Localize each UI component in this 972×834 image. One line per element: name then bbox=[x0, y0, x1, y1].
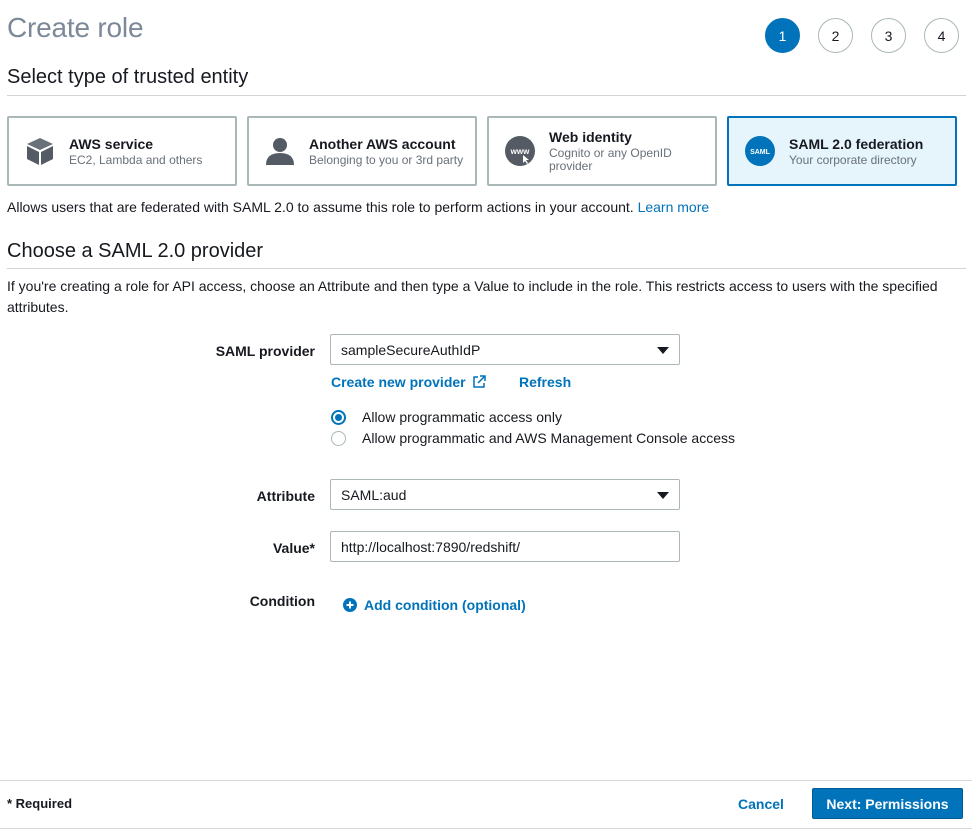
person-icon bbox=[263, 134, 297, 168]
card-title: AWS service bbox=[69, 135, 154, 152]
www-icon: www bbox=[503, 134, 537, 168]
card-saml-federation[interactable]: SAML SAML 2.0 federation Your corporate … bbox=[727, 116, 957, 186]
card-subtitle: Cognito or any OpenID provider bbox=[549, 146, 672, 173]
attribute-label: Attribute bbox=[256, 488, 315, 504]
step-4: 4 bbox=[924, 18, 959, 53]
footer-divider bbox=[0, 780, 972, 781]
external-link-icon bbox=[472, 375, 486, 388]
card-subtitle: EC2, Lambda and others bbox=[69, 152, 203, 167]
required-note: * Required bbox=[7, 796, 73, 811]
card-aws-service[interactable]: AWS service EC2, Lambda and others bbox=[7, 116, 237, 186]
learn-more-link[interactable]: Learn more bbox=[638, 199, 710, 215]
card-subtitle: Your corporate directory bbox=[789, 152, 917, 167]
create-provider-link[interactable]: Create new provider bbox=[331, 374, 486, 390]
radio-programmatic-and-console[interactable]: Allow programmatic and AWS Management Co… bbox=[331, 430, 735, 446]
divider bbox=[7, 268, 966, 269]
saml-icon: SAML bbox=[743, 134, 777, 168]
saml-info-text: If you're creating a role for API access… bbox=[7, 278, 938, 315]
step-1: 1 bbox=[765, 18, 800, 53]
card-subtitle: Belonging to you or 3rd party bbox=[309, 152, 464, 167]
refresh-link[interactable]: Refresh bbox=[519, 374, 571, 390]
saml-provider-select[interactable]: sampleSecureAuthIdP bbox=[330, 334, 680, 365]
entity-card-group: AWS service EC2, Lambda and others Anoth… bbox=[7, 116, 967, 186]
entity-description: Allows users that are federated with SAM… bbox=[7, 199, 709, 215]
caret-down-icon bbox=[657, 492, 669, 499]
radio-button[interactable] bbox=[331, 409, 346, 425]
plus-circle-icon bbox=[343, 598, 357, 612]
description-text: Allows users that are federated with SAM… bbox=[7, 199, 634, 215]
wizard-steps: 1 2 3 4 bbox=[765, 18, 972, 53]
value-label: Value* bbox=[272, 540, 315, 556]
card-web-identity[interactable]: www Web identity Cognito or any OpenID p… bbox=[487, 116, 717, 186]
attribute-value: SAML:aud bbox=[341, 486, 407, 503]
page-title: Create role bbox=[7, 12, 144, 43]
caret-down-icon bbox=[657, 347, 669, 354]
cancel-button[interactable]: Cancel bbox=[738, 796, 784, 812]
saml-provider-heading: Choose a SAML 2.0 provider bbox=[7, 240, 264, 262]
radio-label: Allow programmatic access only bbox=[362, 409, 562, 425]
value-input[interactable] bbox=[330, 531, 680, 562]
saml-icon-text: SAML bbox=[750, 149, 771, 156]
divider bbox=[7, 95, 966, 96]
step-2: 2 bbox=[818, 18, 853, 53]
card-title: Web identity bbox=[549, 129, 632, 145]
cube-icon bbox=[23, 134, 57, 168]
radio-button[interactable] bbox=[331, 430, 346, 446]
svg-text:www: www bbox=[510, 147, 530, 156]
card-another-aws-account[interactable]: Another AWS account Belonging to you or … bbox=[247, 116, 477, 186]
saml-provider-value: sampleSecureAuthIdP bbox=[341, 341, 481, 358]
step-3: 3 bbox=[871, 18, 906, 53]
add-condition-label: Add condition (optional) bbox=[364, 597, 526, 613]
add-condition-link[interactable]: Add condition (optional) bbox=[343, 597, 526, 613]
create-provider-label: Create new provider bbox=[331, 374, 466, 390]
trusted-entity-heading: Select type of trusted entity bbox=[7, 66, 249, 88]
condition-label: Condition bbox=[249, 593, 315, 609]
radio-label: Allow programmatic and AWS Management Co… bbox=[362, 430, 735, 446]
footer-divider bbox=[0, 828, 972, 829]
card-title: Another AWS account bbox=[309, 135, 456, 152]
attribute-select[interactable]: SAML:aud bbox=[330, 479, 680, 510]
next-permissions-button[interactable]: Next: Permissions bbox=[812, 788, 963, 819]
card-title: SAML 2.0 federation bbox=[789, 135, 924, 152]
radio-programmatic-only[interactable]: Allow programmatic access only bbox=[331, 409, 562, 425]
saml-provider-label: SAML provider bbox=[215, 343, 315, 359]
